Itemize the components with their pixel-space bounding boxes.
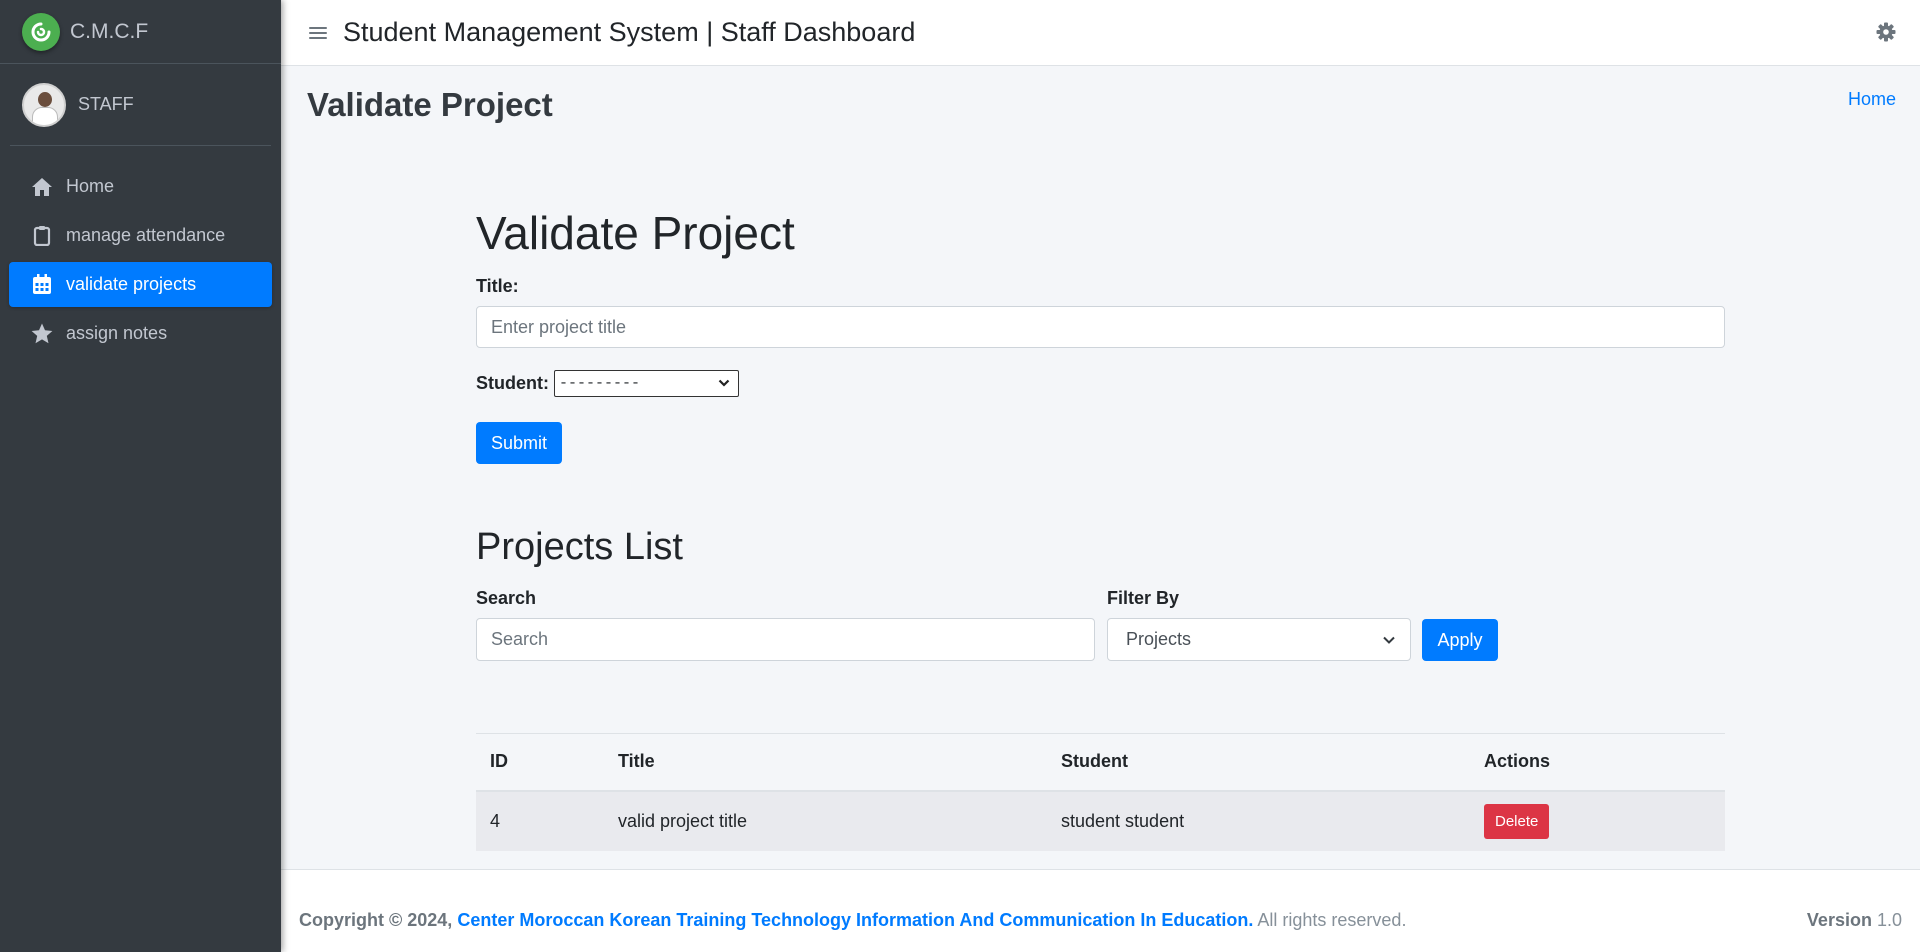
brand-logo-icon bbox=[22, 12, 60, 51]
calendar-icon bbox=[31, 274, 53, 296]
table-header-row: ID Title Student Actions bbox=[476, 733, 1725, 792]
footer: Copyright © 2024, Center Moroccan Korean… bbox=[281, 869, 1920, 952]
user-name: STAFF bbox=[78, 94, 134, 114]
cell-actions: Delete bbox=[1470, 790, 1725, 851]
search-input[interactable] bbox=[476, 618, 1095, 661]
apply-button[interactable]: Apply bbox=[1422, 619, 1498, 661]
version-value: 1.0 bbox=[1876, 910, 1902, 930]
brand-name: C.M.C.F bbox=[70, 19, 149, 43]
search-group: Search bbox=[476, 588, 1095, 661]
top-navbar: Student Management System | Staff Dashbo… bbox=[281, 0, 1920, 66]
form-heading: Validate Project bbox=[476, 207, 795, 259]
table-row: 4 valid project title student student De… bbox=[476, 790, 1725, 851]
projects-table: ID Title Student Actions 4 valid project… bbox=[476, 733, 1725, 851]
chevron-down-icon bbox=[718, 379, 730, 387]
student-select-value: --------- bbox=[558, 374, 640, 392]
student-row: Student: --------- bbox=[476, 368, 1725, 398]
project-title-input[interactable] bbox=[476, 306, 1725, 348]
app-title: Student Management System | Staff Dashbo… bbox=[343, 17, 916, 47]
search-label: Search bbox=[476, 588, 537, 608]
filters-row: Search Filter By Projects Apply bbox=[476, 588, 1725, 661]
title-label: Title: bbox=[476, 276, 519, 296]
rights-text: All rights reserved. bbox=[1257, 910, 1407, 930]
main-content: Validate Project Title: Student: -------… bbox=[476, 190, 1725, 851]
content-header: Validate Project Home bbox=[281, 66, 1920, 142]
sidebar-item-label: assign notes bbox=[66, 323, 168, 343]
clipboard-icon bbox=[31, 225, 53, 247]
cell-title: valid project title bbox=[604, 790, 1047, 851]
chevron-down-icon bbox=[1383, 636, 1395, 644]
menu-toggle-icon[interactable] bbox=[309, 24, 327, 42]
filter-label: Filter By bbox=[1107, 588, 1180, 608]
sidebar-item-validate-projects[interactable]: validate projects bbox=[9, 262, 272, 307]
sidebar-item-label: manage attendance bbox=[66, 225, 226, 245]
version-label: Version bbox=[1806, 910, 1872, 930]
column-header-title: Title bbox=[604, 733, 1047, 792]
filter-by-select[interactable]: Projects bbox=[1107, 618, 1411, 661]
column-header-id: ID bbox=[476, 733, 604, 792]
delete-button[interactable]: Delete bbox=[1484, 803, 1550, 839]
sidebar-item-label: validate projects bbox=[66, 274, 197, 294]
submit-button[interactable]: Submit bbox=[476, 422, 562, 464]
filter-select-value: Projects bbox=[1126, 629, 1192, 649]
user-panel[interactable]: STAFF bbox=[10, 64, 271, 146]
column-header-student: Student bbox=[1047, 733, 1470, 792]
sidebar-item-home[interactable]: Home bbox=[9, 164, 272, 209]
star-icon bbox=[31, 323, 53, 345]
version-info: Version 1.0 bbox=[1807, 910, 1902, 931]
home-icon bbox=[31, 176, 53, 198]
page-title: Validate Project bbox=[307, 86, 553, 123]
filter-group: Filter By Projects bbox=[1107, 588, 1411, 661]
cell-id: 4 bbox=[476, 790, 604, 851]
column-header-actions: Actions bbox=[1470, 733, 1725, 792]
student-label: Student: bbox=[476, 372, 549, 393]
sidebar: C.M.C.F STAFF Home manage attendance val… bbox=[0, 0, 281, 952]
copyright-text: Copyright © 2024, bbox=[299, 910, 453, 930]
sidebar-item-manage-attendance[interactable]: manage attendance bbox=[9, 213, 272, 258]
sidebar-nav: Home manage attendance validate projects… bbox=[0, 146, 281, 356]
sidebar-item-assign-notes[interactable]: assign notes bbox=[9, 311, 272, 356]
sidebar-item-label: Home bbox=[66, 176, 115, 196]
validate-project-form: Validate Project Title: Student: -------… bbox=[476, 190, 1725, 464]
gear-icon[interactable] bbox=[1876, 22, 1896, 42]
student-select[interactable]: --------- bbox=[553, 369, 739, 397]
org-link[interactable]: Center Moroccan Korean Training Technolo… bbox=[457, 910, 1253, 930]
breadcrumb-home-link[interactable]: Home bbox=[1848, 89, 1896, 110]
cell-student: student student bbox=[1047, 790, 1470, 851]
projects-list-heading: Projects List bbox=[476, 526, 683, 568]
avatar bbox=[22, 82, 66, 127]
brand-link[interactable]: C.M.C.F bbox=[0, 0, 281, 64]
